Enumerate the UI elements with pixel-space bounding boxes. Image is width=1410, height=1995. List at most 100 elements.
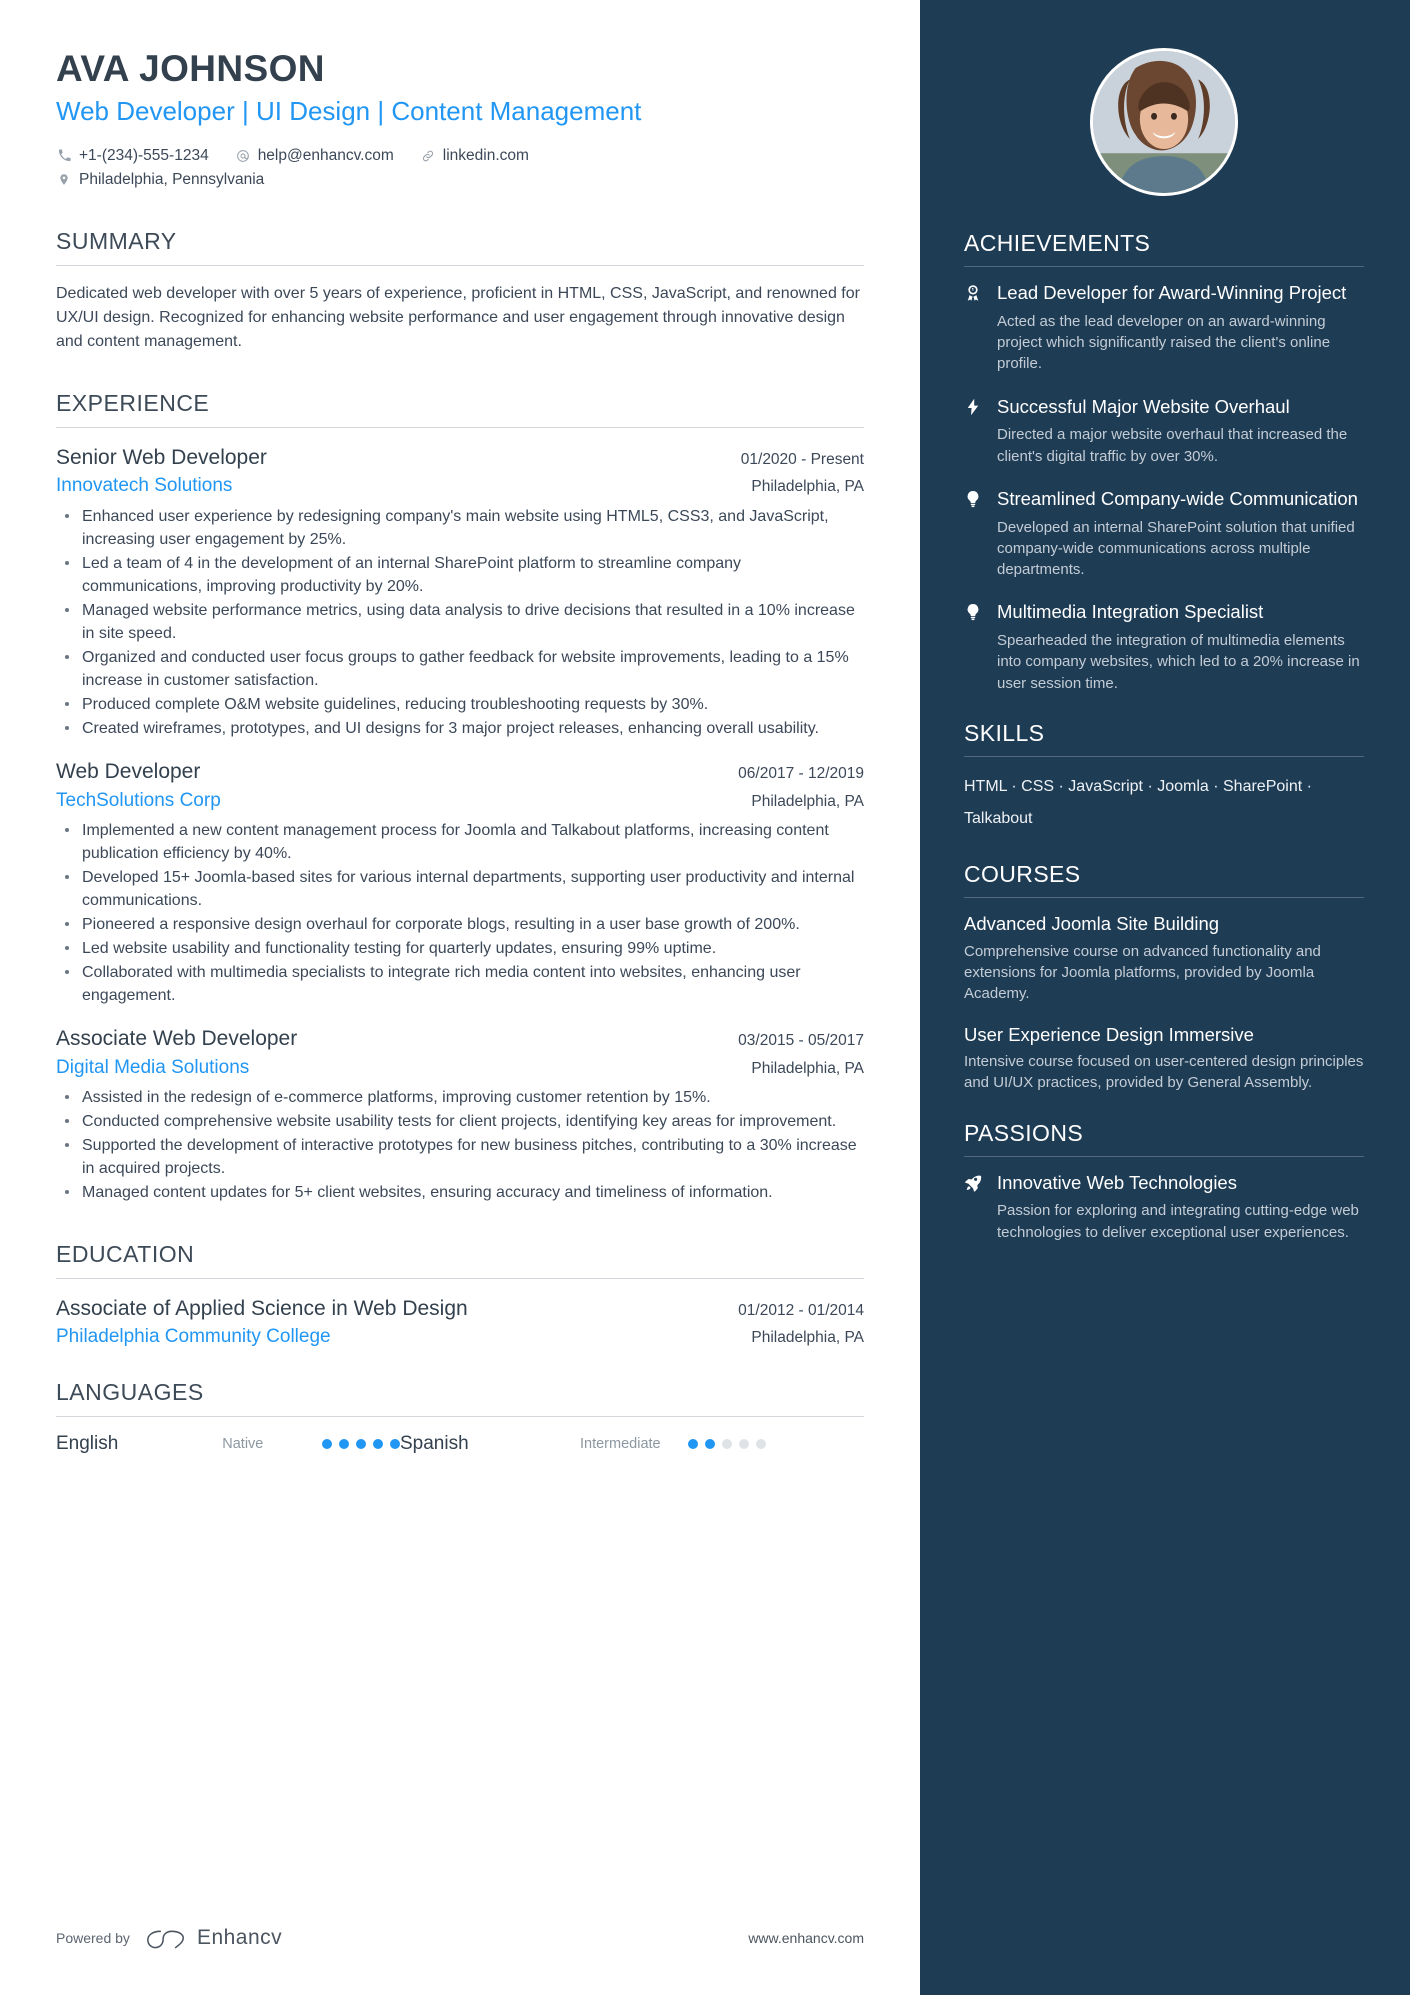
experience-location: Philadelphia, PA: [751, 792, 864, 810]
experience-entry-subheader: Digital Media Solutions Philadelphia, PA: [56, 1053, 864, 1081]
experience-company[interactable]: TechSolutions Corp: [56, 788, 221, 814]
passions-section: PASSIONS Innovative Web Technologies Pass…: [964, 1120, 1364, 1243]
experience-bullets: Implemented a new content management pro…: [56, 819, 864, 1007]
contact-line-primary: +1-(234)-555-1234 help@enhancv.com linke…: [56, 144, 864, 168]
achievement-title: Multimedia Integration Specialist: [997, 601, 1264, 623]
language-name: Spanish: [400, 1433, 469, 1455]
experience-role: Web Developer: [56, 760, 201, 784]
education-divider: [56, 1277, 864, 1279]
experience-bullet: Created wireframes, prototypes, and UI d…: [56, 717, 864, 740]
achievement-text: Acted as the lead developer on an award-…: [997, 312, 1331, 373]
passion-body: Innovative Web Technologies Passion for e…: [997, 1171, 1364, 1243]
achievement-item: Streamlined Company-wide Communication De…: [964, 487, 1364, 581]
avatar-wrap: [964, 48, 1364, 196]
language-rating-dot: [756, 1439, 766, 1450]
experience-bullet: Led a team of 4 in the development of an…: [56, 552, 864, 598]
experience-bullet: Led website usability and functionality …: [56, 937, 864, 960]
languages-section: LANGUAGES English Native Spanish Intermedia…: [56, 1379, 864, 1455]
experience-bullet: Organized and conducted user focus group…: [56, 646, 864, 692]
email-icon: [235, 149, 251, 163]
achievement-text: Spearheaded the integration of multimedi…: [997, 632, 1360, 692]
experience-entry-header: Senior Web Developer 01/2020 - Present: [56, 444, 864, 471]
achievements-list: Lead Developer for Award-Winning Project…: [964, 281, 1364, 694]
skills-divider: [964, 755, 1364, 757]
language-rating: [688, 1439, 766, 1450]
contact-email-text: help@enhancv.com: [257, 146, 394, 164]
language-item: English Native: [56, 1433, 400, 1455]
achievement-text: Directed a major website overhaul that i…: [997, 426, 1348, 465]
experience-bullet: Implemented a new content management pro…: [56, 819, 864, 865]
experience-entry-subheader: Innovatech Solutions Philadelphia, PA: [56, 471, 864, 499]
language-rating-dot: [356, 1439, 366, 1450]
language-rating-dot: [705, 1439, 715, 1450]
course-title: Advanced Joomla Site Building: [964, 912, 1220, 934]
achievement-body: Successful Major Website Overhaul Directe…: [997, 395, 1364, 467]
courses-divider: [964, 896, 1364, 898]
headline-part-2: UI Design: [255, 96, 371, 127]
achievement-title: Streamlined Company-wide Communication: [997, 487, 1358, 509]
phone-icon: [56, 149, 72, 162]
avatar-photo-icon: [1093, 51, 1235, 193]
passions-divider: [964, 1155, 1364, 1157]
skills-title: SKILLS: [964, 719, 1045, 746]
experience-entry-subheader: TechSolutions Corp Philadelphia, PA: [56, 786, 864, 814]
passion-text: Passion for exploring and integrating cu…: [997, 1202, 1359, 1241]
language-rating-dot: [739, 1439, 749, 1450]
language-rating-dot: [373, 1439, 383, 1450]
summary-divider: [56, 264, 864, 266]
enhancv-logo: Enhancv: [144, 1925, 282, 1951]
language-level: Native: [222, 1436, 264, 1453]
course-title: User Experience Design Immersive: [964, 1023, 1254, 1045]
experience-bullet: Pioneered a responsive design overhaul f…: [56, 913, 864, 936]
link-icon: [420, 149, 436, 163]
achievements-divider: [964, 266, 1364, 267]
resume-page: AVA JOHNSON Web Developer | UI Design | …: [0, 0, 1410, 1995]
powered-by-block: Powered by Enhancv: [56, 1925, 282, 1951]
candidate-headline: Web Developer | UI Design | Content Mana…: [56, 95, 864, 128]
education-school[interactable]: Philadelphia Community College: [56, 1324, 331, 1350]
candidate-name: AVA JOHNSON: [56, 48, 325, 89]
achievement-text: Developed an internal SharePoint solutio…: [997, 518, 1355, 579]
contact-email[interactable]: help@enhancv.com: [235, 144, 394, 168]
experience-company[interactable]: Digital Media Solutions: [56, 1055, 249, 1081]
languages-divider: [56, 1416, 864, 1418]
contact-location-text: Philadelphia, Pennsylvania: [79, 170, 265, 188]
experience-bullet: Enhanced user experience by redesigning …: [56, 505, 864, 551]
education-dates: 01/2012 - 01/2014: [738, 1301, 864, 1319]
contact-phone[interactable]: +1-(234)-555-1234: [56, 144, 209, 168]
experience-company[interactable]: Innovatech Solutions: [56, 473, 232, 499]
education-location: Philadelphia, PA: [751, 1328, 864, 1346]
language-level: Intermediate: [580, 1436, 661, 1453]
experience-location: Philadelphia, PA: [751, 478, 864, 496]
achievement-title: Successful Major Website Overhaul: [997, 395, 1290, 417]
language-rating-dot: [722, 1439, 732, 1450]
right-sidebar: ACHIEVEMENTS Lead Developer for Award-Wi…: [920, 0, 1410, 1995]
education-title: EDUCATION: [56, 1240, 195, 1267]
page-footer: Powered by Enhancv www.enhancv.com: [56, 1925, 864, 1951]
powered-by-label: Powered by: [56, 1930, 130, 1946]
passions-list: Innovative Web Technologies Passion for e…: [964, 1171, 1364, 1243]
contact-phone-text: +1-(234)-555-1234: [79, 146, 209, 164]
headline-separator-1: |: [241, 96, 249, 127]
headline-separator-2: |: [377, 96, 385, 127]
achievement-body: Streamlined Company-wide Communication De…: [997, 487, 1364, 581]
languages-list: English Native Spanish Intermediate: [56, 1433, 864, 1455]
experience-divider: [56, 426, 864, 428]
experience-dates: 01/2020 - Present: [740, 450, 864, 468]
contact-linkedin[interactable]: linkedin.com: [420, 144, 529, 168]
language-rating-dot: [688, 1439, 698, 1450]
experience-list: Senior Web Developer 01/2020 - Present Inn…: [56, 444, 864, 1205]
language-name: English: [56, 1433, 119, 1455]
achievement-item: Lead Developer for Award-Winning Project…: [964, 281, 1364, 375]
footer-website[interactable]: www.enhancv.com: [748, 1930, 864, 1946]
achievements-section: ACHIEVEMENTS Lead Developer for Award-Wi…: [964, 230, 1364, 694]
language-item: Spanish Intermediate: [400, 1433, 766, 1455]
experience-bullet: Supported the development of interactive…: [56, 1134, 864, 1180]
passion-item: Innovative Web Technologies Passion for e…: [964, 1171, 1364, 1243]
achievement-item: Successful Major Website Overhaul Directe…: [964, 395, 1364, 467]
language-rating-dot: [339, 1439, 349, 1450]
rocket-icon: [964, 1171, 984, 1243]
course-text: Comprehensive course on advanced functio…: [964, 942, 1321, 1003]
achievements-title: ACHIEVEMENTS: [964, 230, 1151, 256]
education-degree: Associate of Applied Science in Web Desi…: [56, 1296, 468, 1320]
